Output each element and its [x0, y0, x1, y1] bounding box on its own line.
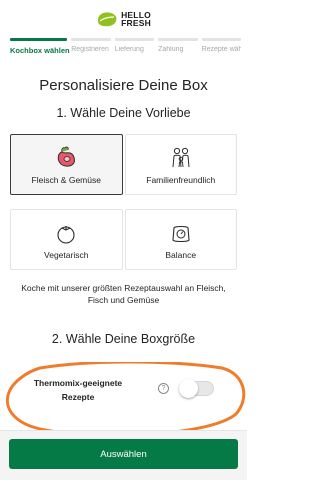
thermomix-row: Thermomix-geeignete Rezepte ?	[0, 362, 247, 437]
step-label: Registrieren	[71, 46, 109, 53]
step-rezepte[interactable]: Rezepte wählen	[201, 38, 242, 55]
page-title: Personalisiere Deine Box	[39, 77, 208, 94]
step-kochbox[interactable]: Kochbox wählen	[10, 38, 70, 55]
preference-label: Familienfreundlich	[146, 174, 216, 185]
step-label: Rezepte wählen	[201, 46, 242, 53]
footer-bar: Auswählen	[0, 430, 247, 480]
preference-label: Balance	[165, 249, 197, 260]
step-lieferung[interactable]: Lieferung	[114, 38, 155, 55]
page: HELLO FRESH Kochbox wählen Registrieren …	[0, 0, 247, 480]
logo-text-fresh: FRESH	[121, 18, 151, 28]
step-bar	[201, 38, 242, 41]
section-heading-preference: 1. Wähle Deine Vorliebe	[56, 106, 191, 120]
section-heading-box-size: 2. Wähle Deine Boxgröße	[51, 332, 196, 346]
meat-vegetable-icon	[58, 146, 76, 167]
lime-logo-icon	[98, 12, 117, 27]
step-bar	[158, 38, 198, 41]
tomato-icon	[57, 225, 75, 244]
help-icon[interactable]: ?	[158, 383, 169, 394]
step-label: Kochbox wählen	[10, 46, 70, 55]
header: HELLO FRESH	[0, 0, 247, 38]
toggle-knob	[179, 379, 198, 398]
preference-fleisch-gemuese[interactable]: Fleisch & Gemüse	[10, 134, 123, 195]
step-label: Zahlung	[158, 46, 184, 53]
scale-icon	[172, 225, 190, 242]
preference-balance[interactable]: Balance	[124, 209, 237, 270]
preference-description: Koche mit unserer größten Rezeptauswahl …	[21, 283, 226, 305]
step-label: Lieferung	[114, 46, 144, 53]
hellofresh-logo[interactable]: HELLO FRESH	[96, 11, 151, 27]
step-registrieren[interactable]: Registrieren	[71, 38, 111, 55]
step-bar	[114, 38, 155, 41]
preference-familienfreundlich[interactable]: Familienfreundlich	[124, 134, 237, 195]
preference-label: Fleisch & Gemüse	[31, 174, 101, 185]
auswaehlen-button[interactable]: Auswählen	[9, 439, 238, 469]
thermomix-label: Thermomix-geeignete Rezepte	[33, 378, 123, 402]
preference-grid: Fleisch & Gemüse Familienfreundlich Vege…	[10, 134, 237, 270]
step-bar	[10, 38, 68, 41]
progress-stepper: Kochbox wählen Registrieren Lieferung Za…	[0, 38, 247, 55]
thermomix-toggle[interactable]	[179, 379, 214, 398]
preference-vegetarisch[interactable]: Vegetarisch	[10, 209, 123, 270]
step-bar	[71, 38, 111, 41]
preference-label: Vegetarisch	[44, 249, 89, 260]
step-zahlung[interactable]: Zahlung	[158, 38, 198, 55]
family-icon	[172, 147, 190, 167]
